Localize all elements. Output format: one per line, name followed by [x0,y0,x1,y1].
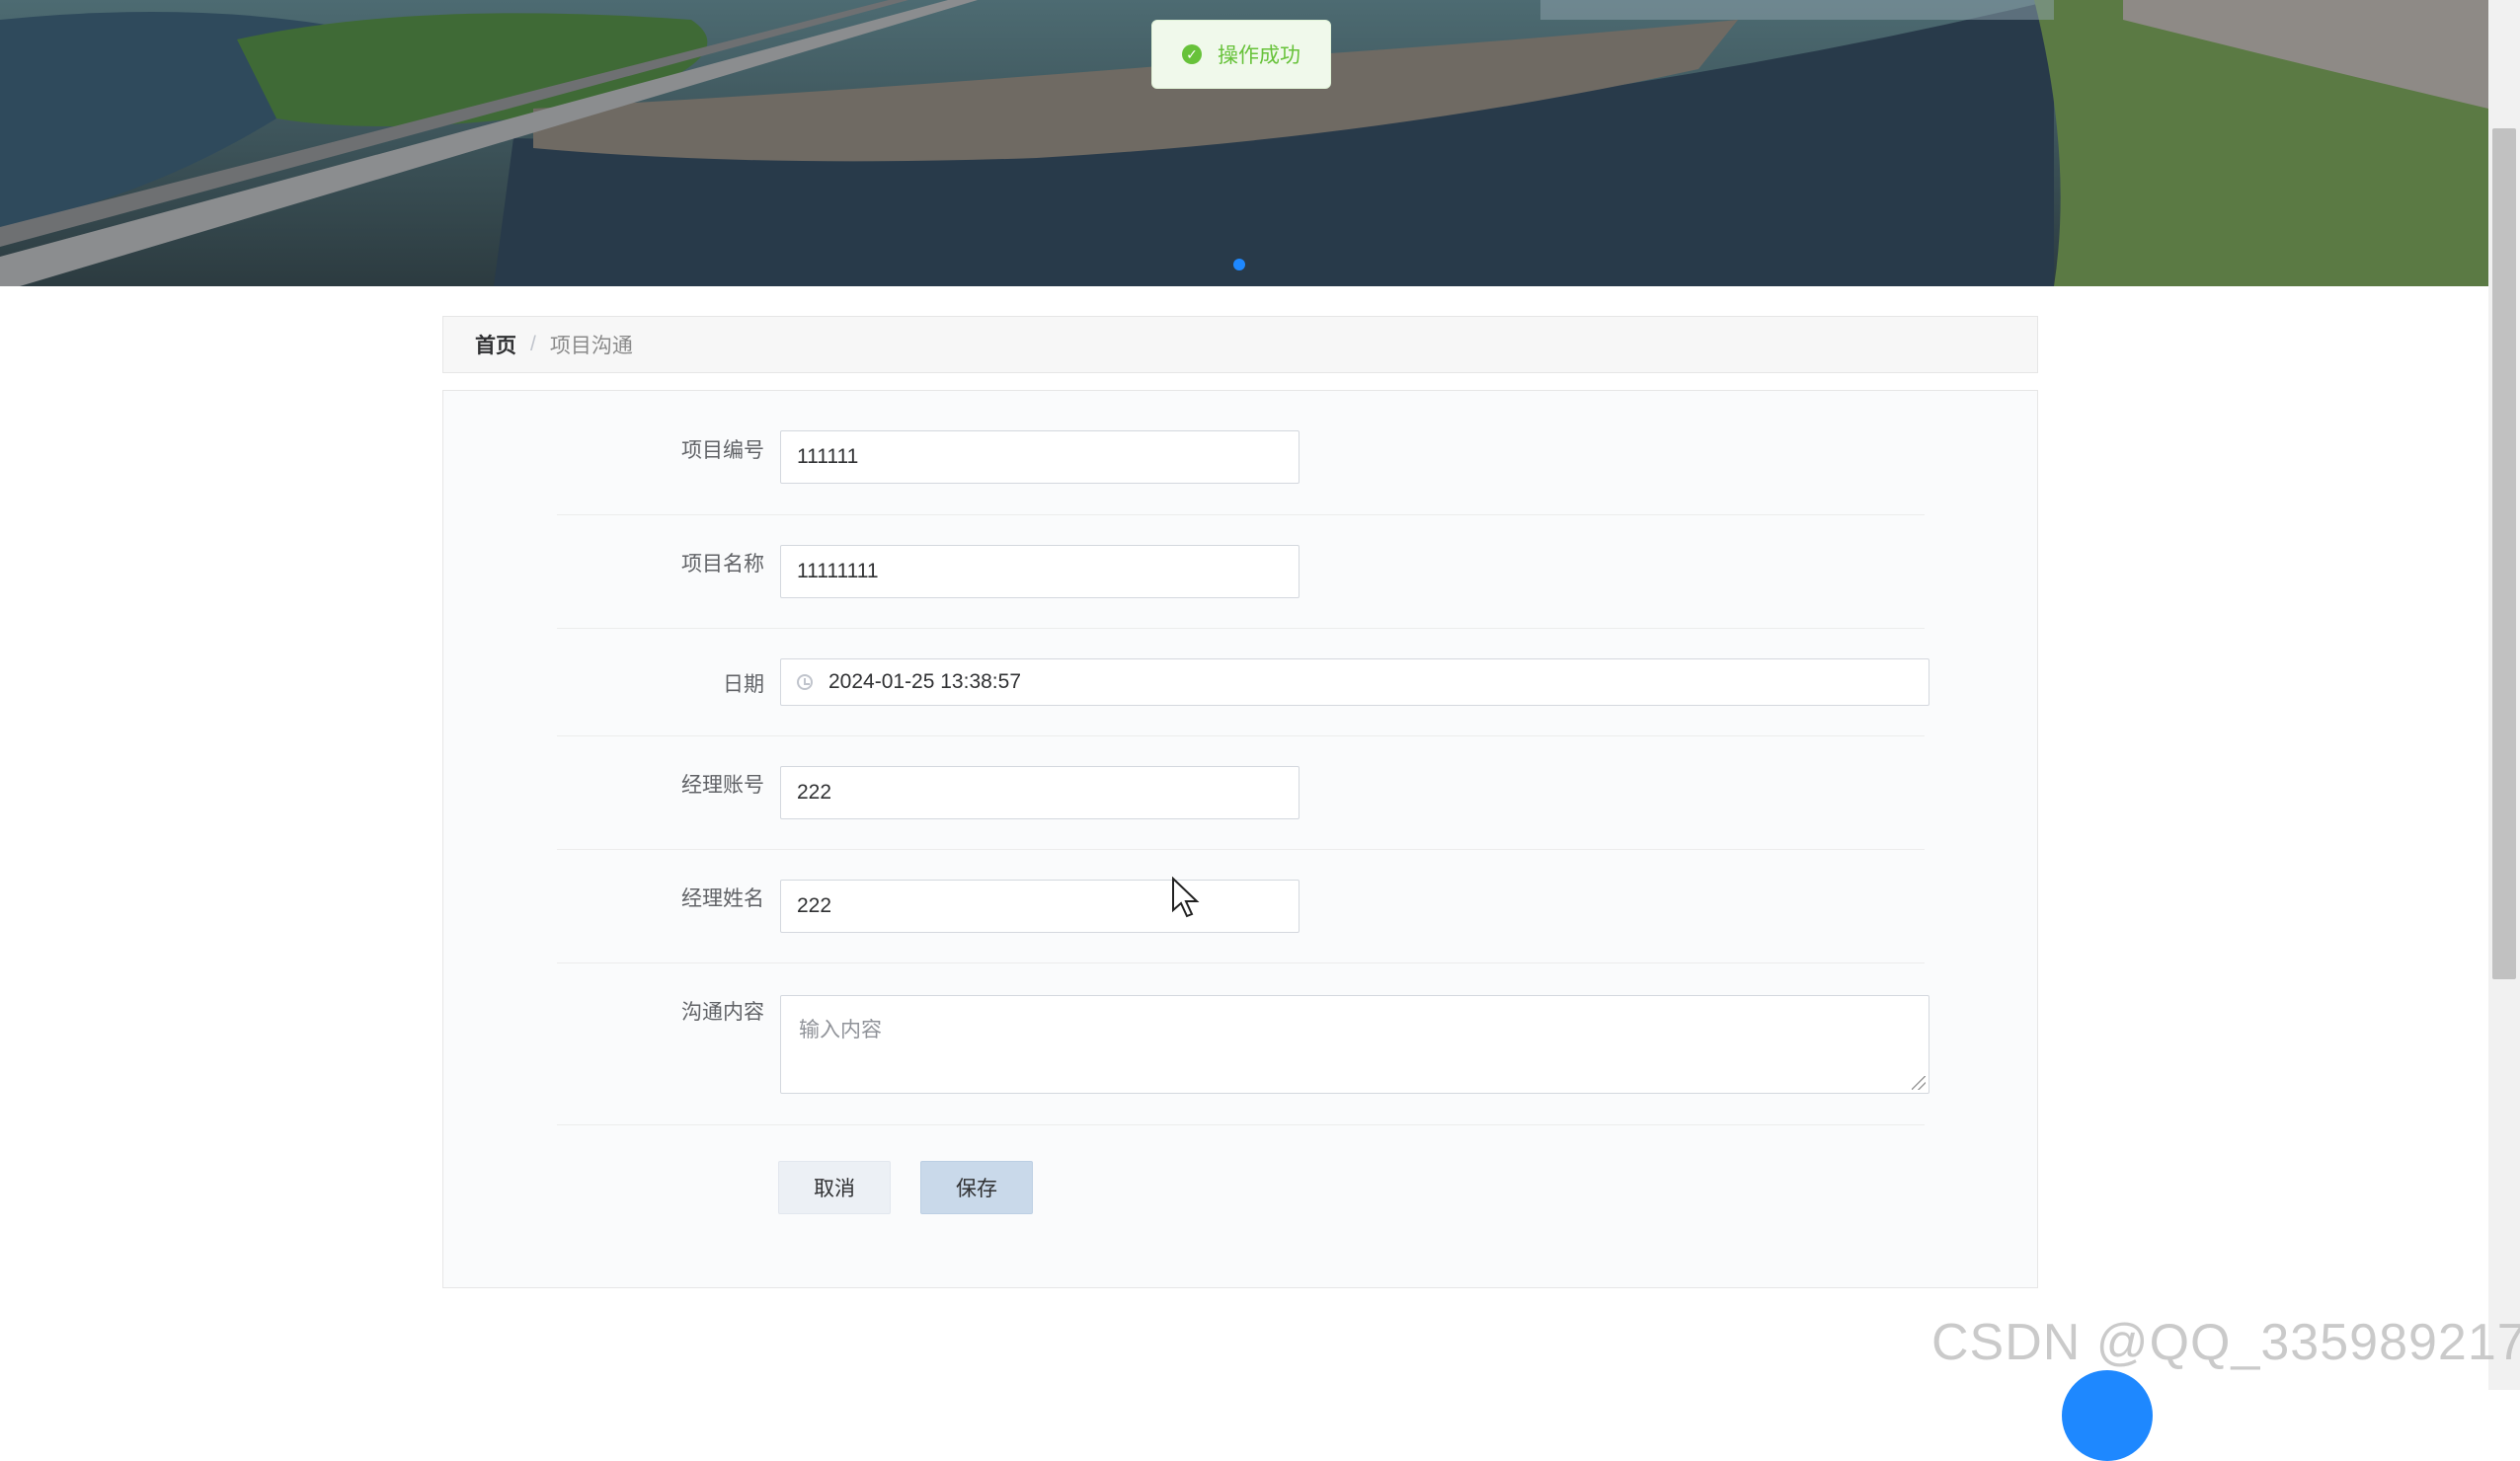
resize-grip-icon[interactable] [1912,1076,1926,1090]
content-textarea[interactable]: 输入内容 [780,995,1929,1094]
form-row-date: 日期 2024-01-25 13:38:57 [557,629,1929,736]
save-button[interactable]: 保存 [920,1161,1033,1214]
toast-message: 操作成功 [1218,44,1300,67]
carousel-indicator[interactable] [1233,259,1245,270]
manager-account-input[interactable]: 222 [780,766,1299,819]
project-no-input[interactable]: 111111 [780,430,1299,484]
date-value: 2024-01-25 13:38:57 [828,670,1021,693]
project-name-input[interactable]: 11111111 [780,545,1299,598]
form-row-manager-account: 经理账号 222 [557,736,1925,850]
form-row-manager-name: 经理姓名 222 [557,850,1925,963]
clock-icon [797,674,813,690]
manager-account-label: 经理账号 [681,774,764,797]
check-circle-icon: ✓ [1182,44,1202,64]
date-picker-input[interactable]: 2024-01-25 13:38:57 [780,658,1929,706]
project-name-label: 项目名称 [681,553,764,576]
breadcrumb: 首页 / 项目沟通 [442,316,2038,373]
floating-action-button[interactable] [2062,1370,2153,1461]
form-row-project-name: 项目名称 11111111 [557,515,1925,629]
manager-name-label: 经理姓名 [681,887,764,910]
mouse-cursor-icon [1172,877,1200,918]
scrollbar-thumb[interactable] [2492,128,2516,979]
carousel-dot-active[interactable] [1233,259,1245,270]
form-row-project-no: 项目编号 111111 [557,421,1925,515]
content-placeholder: 输入内容 [799,1019,882,1041]
breadcrumb-current: 项目沟通 [549,335,633,357]
breadcrumb-separator: / [530,333,536,355]
form-row-content: 沟通内容 输入内容 [557,963,1929,1125]
watermark: CSDN @QQ_3359892174 [1931,1314,2520,1371]
content-label: 沟通内容 [681,1001,764,1024]
date-label: 日期 [723,673,764,696]
success-toast: ✓ 操作成功 [1151,20,1331,89]
breadcrumb-home-link[interactable]: 首页 [475,330,516,359]
project-communication-form: 项目编号 111111 项目名称 11111111 日期 2024-01-25 … [442,390,2038,1288]
project-no-label: 项目编号 [681,439,764,462]
cancel-button[interactable]: 取消 [778,1161,891,1214]
manager-name-input[interactable]: 222 [780,880,1299,933]
